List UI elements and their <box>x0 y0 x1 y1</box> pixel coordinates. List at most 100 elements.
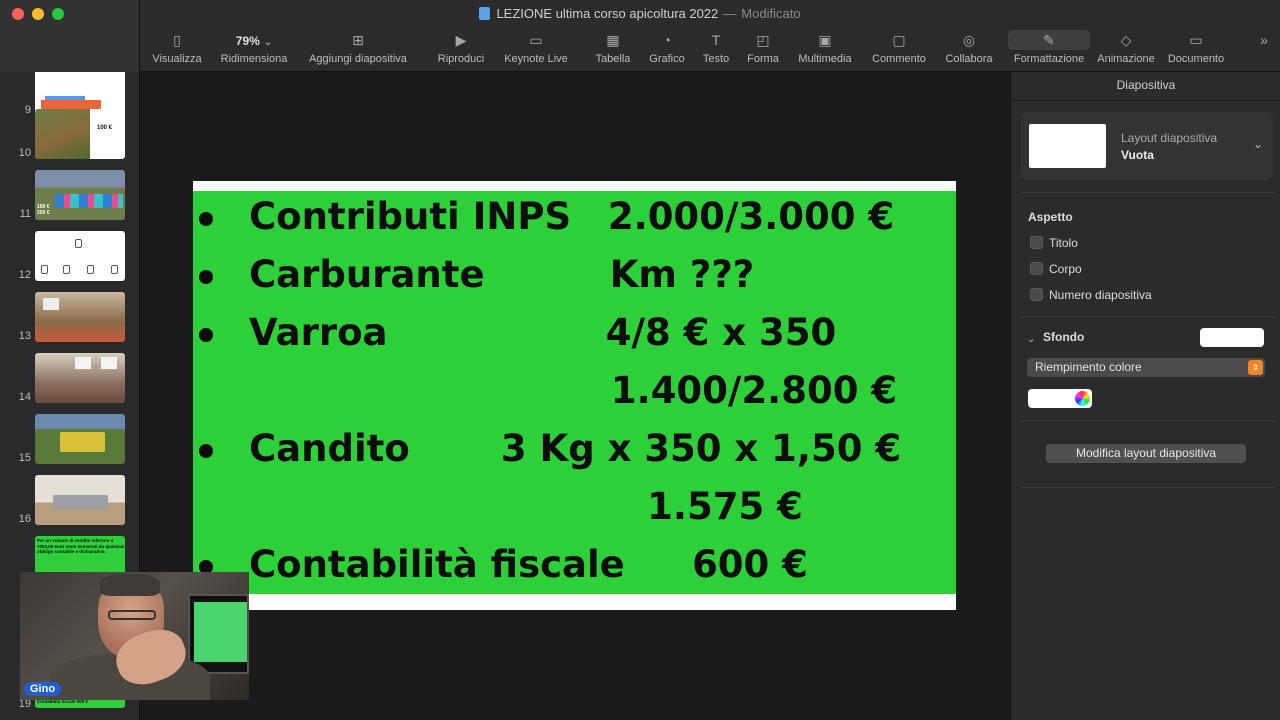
toolbar-ridimensiona[interactable]: 79% ⌄ Ridimensiona <box>217 30 291 65</box>
popup-arrows-icon: ⇕ <box>1248 360 1263 375</box>
document-title: LEZIONE ultima corso apicoltura 2022 <box>496 6 719 21</box>
toolbar-documento-label: Documento <box>1167 53 1225 65</box>
fill-type-select[interactable]: Riempimento colore ⇕ <box>1027 358 1265 377</box>
divider <box>1021 316 1275 317</box>
toolbar-commento[interactable]: ▢ Commento <box>868 30 930 65</box>
divider <box>1021 487 1275 488</box>
slide-row-label: Contabilità fiscale <box>249 543 625 586</box>
toolbar-keynote-live-label: Keynote Live <box>504 53 568 65</box>
chevron-down-icon[interactable]: ⌄ <box>1027 334 1035 345</box>
toolbar-testo[interactable]: T Testo <box>696 30 736 65</box>
plus-square-icon: ⊞ <box>352 32 364 48</box>
table-icon: ▦ <box>606 32 620 48</box>
divider <box>1021 420 1275 421</box>
checkbox-numero-diapositiva[interactable] <box>1030 288 1043 301</box>
bullet-point <box>199 444 213 458</box>
toolbar-forma[interactable]: ◰ Forma <box>742 30 784 65</box>
slide-thumbnail-15[interactable]: 15 <box>0 414 139 466</box>
comment-icon: ▢ <box>892 32 906 48</box>
current-slide[interactable]: Contributi INPS 2.000/3.000 € Carburante Km… <box>193 181 956 610</box>
toolbar: LEZIONE ultima corso apicoltura 2022 — Mod… <box>0 0 1280 72</box>
slide-number: 11 <box>19 208 31 220</box>
bullet-point <box>199 212 213 226</box>
toolbar-visualizza[interactable]: ▯ Visualizza <box>150 30 204 65</box>
toolbar-keynote-live[interactable]: ▭ Keynote Live <box>500 30 572 65</box>
participant-name-tag: Gino <box>24 682 62 696</box>
slide-thumbnail-10[interactable]: 100 € 10 <box>0 109 139 161</box>
slide-number: 14 <box>18 391 31 403</box>
slide-thumbnail-14[interactable]: 14 <box>0 353 139 405</box>
layout-value: Vuota <box>1121 148 1154 162</box>
slide-thumb-image: 100 € <box>35 109 125 159</box>
glasses <box>108 610 156 620</box>
slide-thumbnail-12[interactable]: 12 <box>0 231 139 283</box>
slide-thumbnail-13[interactable]: 13 <box>0 292 139 344</box>
slide-thumbnail-19[interactable]: Contabilità fiscale 600 € 19 <box>0 698 139 720</box>
bullet-point <box>199 328 213 342</box>
animation-icon: ◇ <box>1120 32 1132 48</box>
toolbar-tabella-label: Tabella <box>595 53 631 65</box>
toolbar-collabora-label: Collabora <box>945 53 993 65</box>
keynote-live-icon: ▭ <box>529 32 543 48</box>
bullet-point <box>199 270 213 284</box>
checkbox-corpo-label: Corpo <box>1049 262 1082 276</box>
sidebar-icon: ▯ <box>173 32 181 48</box>
slide-content-box[interactable]: Contributi INPS 2.000/3.000 € Carburante Km… <box>193 191 956 594</box>
edit-layout-button[interactable]: Modifica layout diapositiva <box>1046 444 1246 463</box>
background-heading[interactable]: Sfondo <box>1043 330 1084 344</box>
toolbar-multimedia[interactable]: ▣ Multimedia <box>794 30 856 65</box>
webcam-overlay: Gino <box>20 572 249 700</box>
slide-row-label: Carburante <box>249 253 485 296</box>
text-icon: T <box>711 32 721 48</box>
slide-row-value: 3 Kg x 350 x 1,50 € <box>500 427 902 470</box>
slide-thumbnail-16[interactable]: 16 <box>0 475 139 527</box>
toolbar-grafico[interactable]: ◔ Grafico <box>644 30 690 65</box>
inspector-tab-title[interactable]: Diapositiva <box>1011 78 1280 92</box>
slide-row-value: 4/8 € x 350 <box>605 311 837 354</box>
slide-thumb-caption: 150 € 250 € <box>37 204 50 216</box>
toolbar-riproduci[interactable]: ▶ Riproduci <box>434 30 488 65</box>
color-wheel-icon[interactable] <box>1075 391 1090 406</box>
zoom-popup[interactable]: 79% ⌄ <box>230 31 278 51</box>
slide-number: 16 <box>18 513 31 525</box>
slide-layout-picker[interactable]: Layout diapositiva Vuota ⌄ <box>1021 112 1273 180</box>
chevron-double-right-icon: » <box>1260 32 1268 48</box>
collaborate-icon: ◎ <box>962 32 976 48</box>
toolbar-riproduci-label: Riproduci <box>437 53 485 65</box>
divider <box>1011 100 1280 101</box>
slide-thumb-image <box>35 292 125 342</box>
slide-number: 13 <box>18 330 31 342</box>
fill-type-value: Riempimento colore <box>1035 360 1142 374</box>
toolbar-multimedia-label: Multimedia <box>798 53 852 65</box>
toolbar-animazione-label: Animazione <box>1097 53 1155 65</box>
slide-thumb-image <box>35 414 125 464</box>
toolbar-collabora[interactable]: ◎ Collabora <box>940 30 998 65</box>
background-preview-swatch[interactable] <box>1200 328 1264 347</box>
media-icon: ▣ <box>818 32 832 48</box>
checkbox-titolo[interactable] <box>1030 236 1043 249</box>
appearance-heading: Aspetto <box>1028 210 1073 224</box>
slide-number: 15 <box>18 452 31 464</box>
background-monitor <box>188 594 249 674</box>
shape-icon: ◰ <box>756 32 770 48</box>
toolbar-formattazione[interactable]: ✎ Formattazione <box>1008 30 1090 65</box>
chevron-down-icon: ⌄ <box>1252 137 1263 151</box>
chart-icon: ◔ <box>662 32 672 48</box>
toolbar-animazione[interactable]: ◇ Animazione <box>1094 30 1158 65</box>
slide-canvas[interactable]: Contributi INPS 2.000/3.000 € Carburante Km… <box>141 72 1009 720</box>
zoom-value: 79% <box>235 34 260 48</box>
toolbar-documento[interactable]: ▭ Documento <box>1164 30 1228 65</box>
slide-thumb-image <box>35 353 125 403</box>
format-inspector: Diapositiva Layout diapositiva Vuota ⌄ A… <box>1010 72 1280 720</box>
toolbar-tabella[interactable]: ▦ Tabella <box>590 30 636 65</box>
document-status: Modificato <box>741 6 801 21</box>
fill-color-well[interactable] <box>1028 389 1092 408</box>
slide-thumbnail-11[interactable]: 150 € 250 € 11 <box>0 170 139 222</box>
toolbar-visualizza-label: Visualizza <box>152 53 202 65</box>
checkbox-corpo[interactable] <box>1030 262 1043 275</box>
slide-row-value: 1.575 € <box>647 485 803 528</box>
slide-thumb-image <box>35 475 125 525</box>
toolbar-overflow-button[interactable]: » <box>1254 30 1274 50</box>
divider <box>1021 192 1275 193</box>
toolbar-aggiungi-diapositiva[interactable]: ⊞ Aggiungi diapositiva <box>304 30 412 65</box>
